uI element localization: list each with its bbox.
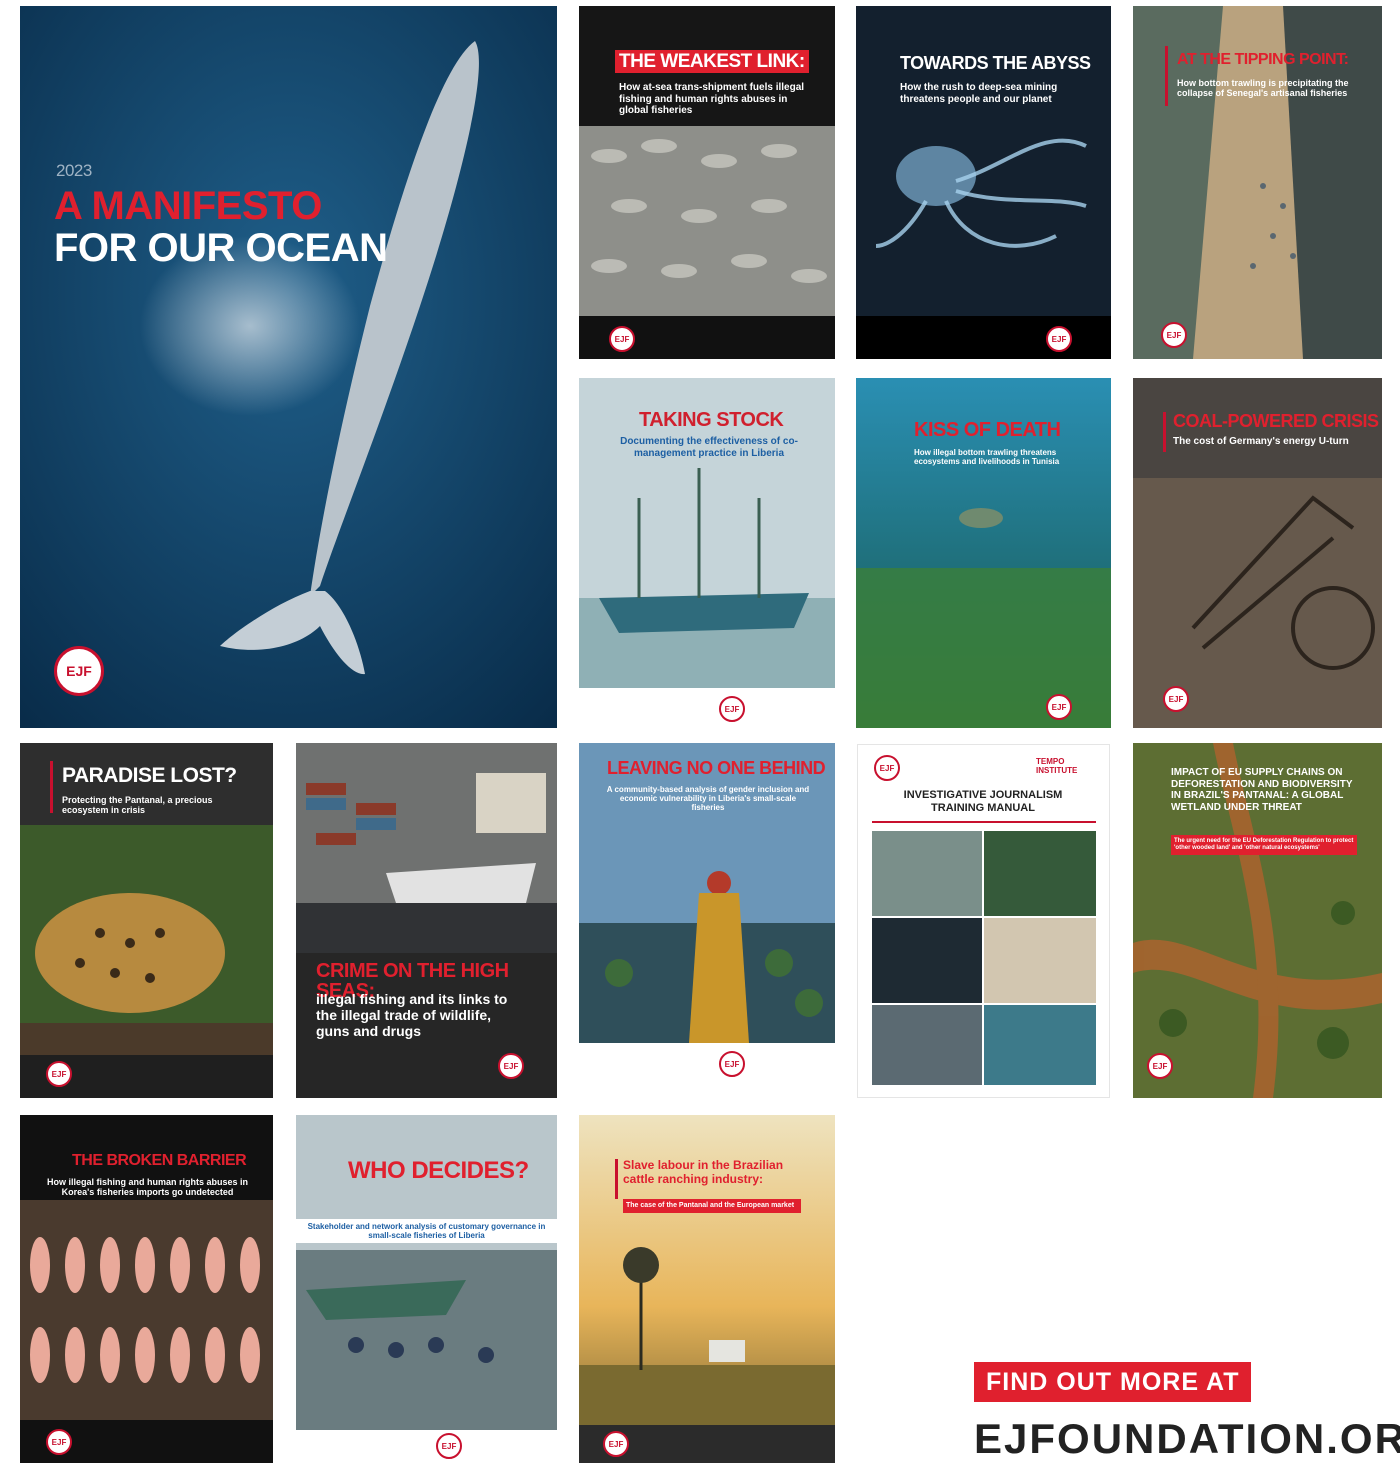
cover-crime-high-seas[interactable]: CRIME ON THE HIGH SEAS: illegal fishing … — [296, 743, 557, 1098]
crime-high-seas-subtitle: illegal fishing and its links to the ill… — [316, 991, 508, 1040]
red-bar — [1165, 46, 1168, 106]
weakest-link-subtitle: How at-sea trans-shipment fuels illegal … — [619, 82, 805, 116]
abyss-subtitle: How the rush to deep-sea mining threaten… — [900, 82, 1058, 105]
cover-taking-stock[interactable]: TAKING STOCK Documenting the effectivene… — [579, 378, 835, 728]
coal-crisis-title: COAL-POWERED CRISIS — [1173, 411, 1379, 431]
who-decides-title: WHO DECIDES? — [348, 1157, 529, 1184]
taking-stock-subtitle: Documenting the effectiveness of co-mana… — [620, 436, 798, 459]
cover-who-decides[interactable]: WHO DECIDES? Stakeholder and network ana… — [296, 1115, 557, 1463]
ejf-logo: EJF — [54, 646, 104, 696]
cover-slave-labour[interactable]: Slave labour in the Brazilian cattle ran… — [579, 1115, 835, 1463]
paradise-lost-subtitle: Protecting the Pantanal, a precious ecos… — [62, 795, 213, 816]
ejf-logo: EJF — [874, 755, 900, 781]
whale-illustration — [20, 6, 557, 728]
ejf-logo: EJF — [46, 1429, 72, 1455]
kiss-of-death-title: KISS OF DEATH — [914, 419, 1061, 441]
cta-url-link[interactable]: EJFOUNDATION.ORG — [974, 1418, 1400, 1460]
cover-weakest-link[interactable]: THE WEAKEST LINK: How at-sea trans-shipm… — [579, 6, 835, 359]
cover-leaving-no-one[interactable]: LEAVING NO ONE BEHIND A community-based … — [579, 743, 835, 1090]
weakest-link-title: THE WEAKEST LINK: — [615, 50, 809, 73]
ejf-logo: EJF — [609, 326, 635, 352]
slave-labour-title: Slave labour in the Brazilian cattle ran… — [623, 1158, 784, 1186]
tipping-point-title: AT THE TIPPING POINT: — [1177, 51, 1349, 68]
ejf-logo: EJF — [436, 1433, 462, 1459]
cover-paradise-lost[interactable]: PARADISE LOST? Protecting the Pantanal, … — [20, 743, 273, 1098]
who-decides-subtitle: Stakeholder and network analysis of cust… — [296, 1219, 557, 1244]
manifesto-title-red: A MANIFESTO — [54, 184, 322, 228]
ejf-logo: EJF — [1161, 322, 1187, 348]
broken-barrier-title: THE BROKEN BARRIER — [72, 1152, 247, 1169]
ejf-logo: EJF — [46, 1061, 72, 1087]
cover-broken-barrier[interactable]: THE BROKEN BARRIER How illegal fishing a… — [20, 1115, 273, 1463]
ejf-logo: EJF — [603, 1431, 629, 1457]
cover-journalism-manual[interactable]: EJF TEMPO INSTITUTE INVESTIGATIVE JOURNA… — [858, 745, 1109, 1097]
taking-stock-title: TAKING STOCK — [639, 409, 784, 431]
cover-coal-crisis[interactable]: COAL-POWERED CRISIS The cost of Germany'… — [1133, 378, 1382, 728]
red-bar — [615, 1159, 618, 1199]
coal-crisis-subtitle: The cost of Germany's energy U-turn — [1173, 436, 1349, 447]
slave-labour-subtitle: The case of the Pantanal and the Europea… — [623, 1199, 801, 1214]
ejf-logo: EJF — [1163, 686, 1189, 712]
ejf-logo: EJF — [719, 696, 745, 722]
abyss-title: TOWARDS THE ABYSS — [900, 53, 1091, 73]
paradise-lost-title: PARADISE LOST? — [62, 764, 237, 787]
leaving-no-one-subtitle: A community-based analysis of gender inc… — [606, 785, 810, 813]
port-image — [296, 743, 557, 1098]
ejf-logo: EJF — [1147, 1053, 1173, 1079]
red-bar — [1163, 412, 1166, 452]
cover-eu-supply-chains[interactable]: IMPACT OF EU SUPPLY CHAINS ON DEFORESTAT… — [1133, 743, 1382, 1098]
cover-manifesto[interactable]: 2023 A MANIFESTO FOR OUR OCEAN EJF — [20, 6, 557, 728]
eu-supply-title: IMPACT OF EU SUPPLY CHAINS ON DEFORESTAT… — [1171, 767, 1353, 813]
cover-tipping-point[interactable]: AT THE TIPPING POINT: How bottom trawlin… — [1133, 6, 1382, 359]
ejf-logo: EJF — [719, 1051, 745, 1077]
tempo-institute-logo: TEMPO INSTITUTE — [1036, 757, 1078, 776]
cta-find-out-more: FIND OUT MORE AT — [974, 1362, 1252, 1402]
eu-supply-subtitle: The urgent need for the EU Deforestation… — [1171, 835, 1357, 855]
tipping-point-subtitle: How bottom trawling is precipitating the… — [1177, 78, 1349, 99]
cover-kiss-of-death[interactable]: KISS OF DEATH How illegal bottom trawlin… — [856, 378, 1111, 728]
cover-towards-abyss[interactable]: TOWARDS THE ABYSS How the rush to deep-s… — [856, 6, 1111, 359]
leaving-no-one-title: LEAVING NO ONE BEHIND — [607, 758, 826, 778]
ejf-logo: EJF — [1046, 326, 1072, 352]
journalism-title: INVESTIGATIVE JOURNALISM TRAINING MANUAL — [903, 789, 1063, 814]
kiss-of-death-subtitle: How illegal bottom trawling threatens ec… — [914, 448, 1060, 467]
manifesto-title-white: FOR OUR OCEAN — [54, 226, 388, 270]
ejf-logo: EJF — [1046, 694, 1072, 720]
broken-barrier-subtitle: How illegal fishing and human rights abu… — [46, 1177, 249, 1198]
red-bar — [50, 761, 53, 813]
manifesto-year: 2023 — [56, 161, 92, 180]
ejf-logo: EJF — [498, 1053, 524, 1079]
